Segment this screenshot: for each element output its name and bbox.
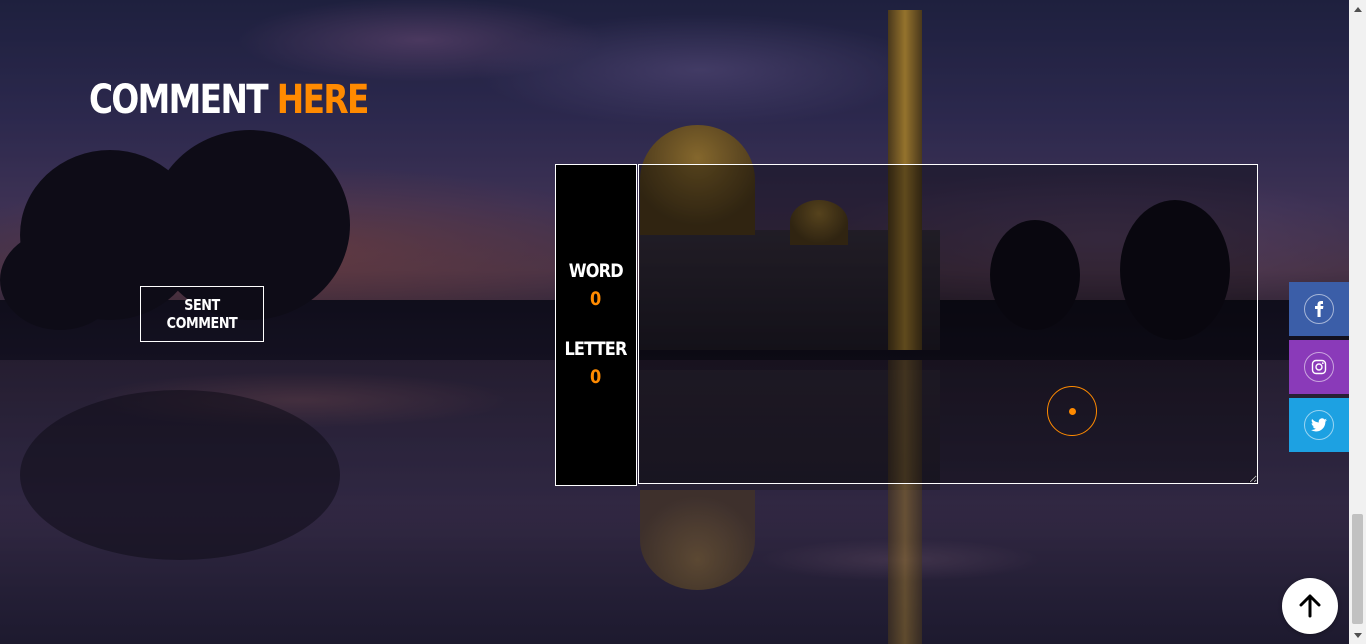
instagram-link[interactable] (1289, 340, 1349, 394)
scroll-to-top-button[interactable] (1282, 578, 1338, 634)
sent-comment-button[interactable]: SENT COMMENT (140, 286, 264, 342)
scroll-down-arrow-icon[interactable] (1349, 627, 1366, 644)
arrow-up-icon (1299, 594, 1321, 618)
word-letter-counter: WORD 0 LETTER 0 (555, 164, 637, 486)
letter-count-value: 0 (590, 366, 602, 388)
custom-cursor-dot (1069, 408, 1076, 415)
letter-count-label: LETTER (564, 338, 628, 360)
facebook-link[interactable] (1289, 282, 1349, 336)
word-count-value: 0 (590, 288, 602, 310)
twitter-link[interactable] (1289, 398, 1349, 452)
word-count-label: WORD (568, 260, 624, 282)
scrollbar-thumb[interactable] (1352, 514, 1363, 624)
scroll-up-arrow-icon[interactable] (1349, 0, 1366, 17)
sent-comment-label: SENT COMMENT (166, 296, 238, 332)
comment-textarea[interactable] (638, 164, 1258, 484)
twitter-icon (1304, 410, 1334, 440)
title-word-comment: COMMENT (89, 77, 269, 123)
facebook-icon (1304, 294, 1334, 324)
page-scrollbar[interactable] (1349, 0, 1366, 644)
section-title: COMMENT HERE (89, 72, 370, 128)
title-word-here: HERE (276, 77, 370, 123)
instagram-icon (1304, 352, 1334, 382)
